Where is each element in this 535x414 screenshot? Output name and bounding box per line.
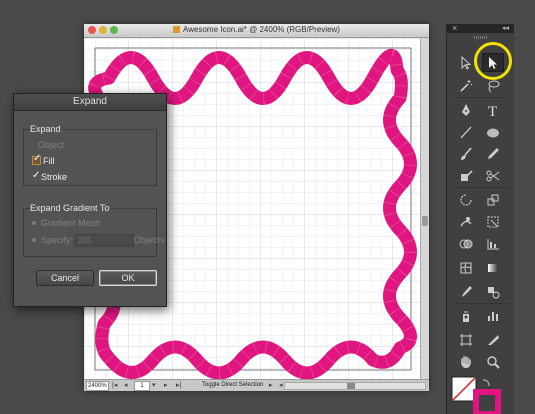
gradient-mesh-option: Gradient Mesh: [32, 218, 100, 228]
mesh-tool-icon[interactable]: [455, 258, 477, 277]
swap-fill-stroke-icon[interactable]: [482, 379, 490, 387]
collapse-panel-icon[interactable]: ◂◂: [502, 24, 509, 32]
eyedropper-tool-icon[interactable]: [455, 282, 477, 301]
scale-tool-icon[interactable]: [482, 190, 504, 209]
type-tool-icon[interactable]: T: [482, 100, 504, 119]
next-artboard-icon[interactable]: ▸: [164, 381, 168, 390]
fill-option[interactable]: Fill: [32, 153, 55, 166]
previous-artboard-icon[interactable]: ◂: [124, 381, 128, 390]
zoom-level-field[interactable]: 2400%: [86, 381, 109, 391]
expand-dialog: Expand Expand Object Fill Stroke Expand …: [13, 93, 167, 307]
document-titlebar[interactable]: Awesome Icon.ai* @ 2400% (RGB/Preview): [84, 24, 429, 38]
panel-grip[interactable]: [474, 36, 488, 39]
status-menu-icon[interactable]: ▸: [269, 381, 273, 390]
gradient-group-label: Expand Gradient To: [30, 203, 112, 213]
pencil-tool-icon[interactable]: [482, 144, 504, 163]
vertical-scroll-thumb[interactable]: [422, 216, 428, 226]
stroke-option[interactable]: Stroke: [32, 170, 67, 182]
hand-tool-icon[interactable]: [455, 352, 477, 371]
symbol-sprayer-tool-icon[interactable]: [455, 306, 477, 325]
fill-stroke-swatches: [451, 376, 501, 414]
status-bar: 2400% |◂ ◂ 1 ▾ ▸ ▸| Toggle Direct Select…: [84, 379, 429, 391]
rotate-tool-icon[interactable]: [455, 190, 477, 209]
line-segment-tool-icon[interactable]: [455, 122, 477, 141]
warp-tool-icon[interactable]: [455, 212, 477, 231]
svg-text:T: T: [488, 104, 497, 118]
slice-tool-icon[interactable]: [482, 330, 504, 349]
vertical-scrollbar[interactable]: [420, 38, 429, 380]
object-option: Object: [32, 140, 64, 150]
ellipse-tool-icon[interactable]: [482, 122, 504, 141]
artboard-dropdown-icon[interactable]: ▾: [152, 381, 156, 390]
blob-brush-tool-icon[interactable]: [455, 166, 477, 185]
last-artboard-icon[interactable]: ▸|: [176, 381, 181, 390]
stroke-checkbox[interactable]: [32, 170, 40, 181]
ok-button[interactable]: OK: [99, 270, 157, 286]
artboard-number-field[interactable]: 1: [134, 381, 150, 391]
close-panel-icon[interactable]: ×: [452, 23, 457, 33]
expand-group-label: Expand: [30, 124, 63, 134]
fill-checkbox[interactable]: [32, 153, 41, 165]
specify-option: Specify:: [32, 235, 73, 245]
blend-tool-icon[interactable]: [482, 282, 504, 301]
graph-tool-icon[interactable]: [482, 234, 504, 253]
highlight-circle: [474, 42, 512, 80]
tools-panel-header[interactable]: × ◂◂: [447, 23, 514, 33]
specify-radio: [32, 238, 36, 242]
tools-panel: × ◂◂ T: [446, 23, 514, 414]
zoom-tool-icon[interactable]: [482, 352, 504, 371]
magic-wand-tool-icon[interactable]: [455, 76, 477, 95]
horizontal-scrollbar[interactable]: [284, 382, 426, 390]
paintbrush-tool-icon[interactable]: [455, 144, 477, 163]
objects-label: Objects: [134, 235, 165, 245]
scissors-tool-icon[interactable]: [482, 166, 504, 185]
free-transform-tool-icon[interactable]: [482, 212, 504, 231]
status-text[interactable]: Toggle Direct Selection: [202, 381, 263, 390]
cancel-button[interactable]: Cancel: [36, 270, 94, 286]
shape-builder-tool-icon[interactable]: [455, 234, 477, 253]
gradient-tool-icon[interactable]: [482, 258, 504, 277]
ai-file-icon: [173, 26, 181, 33]
object-checkbox: [32, 142, 36, 149]
scroll-left-icon[interactable]: ◂: [279, 381, 283, 390]
pen-tool-icon[interactable]: [455, 100, 477, 119]
specify-objects-input: 255: [74, 234, 134, 247]
horizontal-scroll-thumb[interactable]: [347, 383, 355, 389]
gradient-mesh-radio: [32, 221, 36, 225]
dialog-title[interactable]: Expand: [14, 94, 166, 111]
artboard-tool-icon[interactable]: [455, 330, 477, 349]
gradient-group: [23, 208, 157, 257]
document-title: Awesome Icon.ai* @ 2400% (RGB/Preview): [84, 25, 429, 34]
first-artboard-icon[interactable]: |◂: [112, 381, 117, 390]
stroke-swatch[interactable]: [473, 389, 501, 414]
column-graph-tool-icon[interactable]: [482, 306, 504, 325]
